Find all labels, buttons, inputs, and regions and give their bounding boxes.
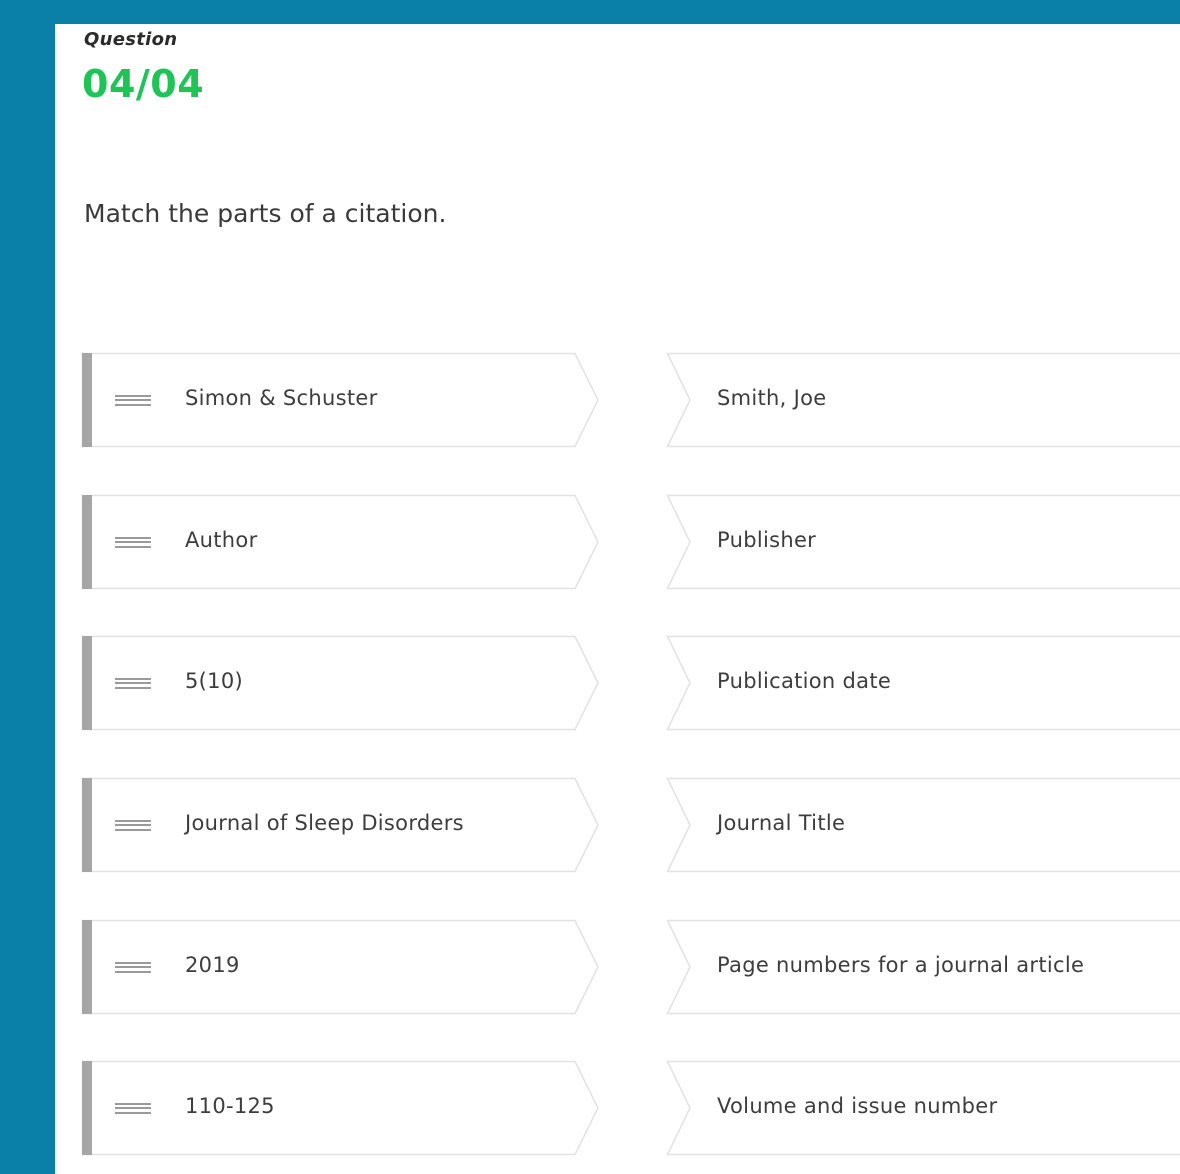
drop-target-label: Publication date [717,669,892,693]
draggable-item-label: Simon & Schuster [185,386,378,410]
drag-handle-icon[interactable] [115,395,151,406]
draggable-item-label: 2019 [185,953,240,977]
drop-target-label: Smith, Joe [717,386,827,410]
draggable-item[interactable]: Simon & Schuster [81,352,599,448]
draggable-item[interactable]: Journal of Sleep Disorders [81,777,599,873]
drag-handle-icon[interactable] [115,820,151,831]
drop-target[interactable]: Smith, Joe [666,352,1180,448]
drop-target[interactable]: Publication date [666,635,1180,731]
draggable-item-shape [81,919,599,1015]
drop-target-label: Journal Title [717,811,846,835]
drag-handle-icon[interactable] [115,962,151,973]
draggable-item[interactable]: 5(10) [81,635,599,731]
draggable-item[interactable]: 110-125 [81,1060,599,1156]
draggable-item[interactable]: Author [81,494,599,590]
drop-target-label: Publisher [717,528,817,552]
question-number: 04/04 [82,62,205,106]
draggable-item-label: 5(10) [185,669,243,693]
drop-target-label: Page numbers for a journal article [717,953,1085,977]
question-card: Question 04/04 Match the parts of a cita… [55,24,1180,1174]
drag-handle-icon[interactable] [115,678,151,689]
question-prompt: Match the parts of a citation. [84,199,447,228]
draggable-item-shape [81,1060,599,1156]
drop-target[interactable]: Journal Title [666,777,1180,873]
draggable-item-shape [81,635,599,731]
draggable-item-label: 110-125 [185,1094,275,1118]
draggable-item-shape [81,494,599,590]
drop-target-label: Volume and issue number [717,1094,998,1118]
drag-handle-icon[interactable] [115,1103,151,1114]
draggable-item-label: Author [185,528,258,552]
drag-handle-icon[interactable] [115,537,151,548]
drop-target[interactable]: Page numbers for a journal article [666,919,1180,1015]
draggable-item[interactable]: 2019 [81,919,599,1015]
draggable-item-label: Journal of Sleep Disorders [185,811,464,835]
question-label: Question [84,29,178,50]
drop-target[interactable]: Volume and issue number [666,1060,1180,1156]
drop-target[interactable]: Publisher [666,494,1180,590]
